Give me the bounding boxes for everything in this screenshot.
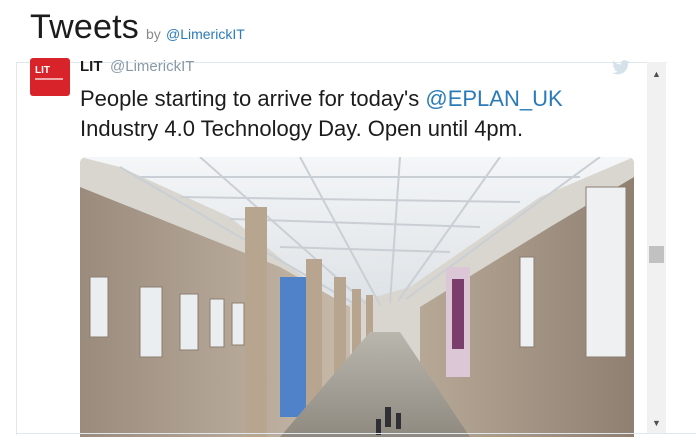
mention-link[interactable]: @EPLAN_UK (425, 86, 562, 111)
tweet-text: People starting to arrive for today's @E… (80, 84, 600, 144)
scroll-up-arrow-icon[interactable]: ▲ (647, 65, 666, 82)
header-by-label: by (146, 26, 161, 42)
page-title: Tweets (30, 8, 139, 46)
timeline-header: Tweets by @LimerickIT (0, 0, 696, 62)
header-handle-link[interactable]: @LimerickIT (166, 26, 245, 42)
author-handle[interactable]: @LimerickIT (110, 58, 194, 75)
bottom-divider (16, 433, 696, 434)
avatar-logo-text: LIT (35, 65, 50, 76)
author-name[interactable]: LIT (80, 58, 103, 75)
avatar[interactable]: LIT (30, 58, 70, 96)
scrollbar[interactable]: ▲ ▼ (647, 62, 666, 434)
atrium-photo-image (80, 157, 634, 437)
avatar-logo-line (35, 78, 63, 80)
tweet-photo[interactable] (80, 157, 634, 437)
tweet-text-before: People starting to arrive for today's (80, 86, 426, 111)
scroll-down-arrow-icon[interactable]: ▼ (647, 414, 666, 431)
tweet-text-after: Industry 4.0 Technology Day. Open until … (80, 116, 524, 141)
twitter-bird-icon[interactable] (611, 60, 631, 76)
scrollbar-thumb[interactable] (649, 246, 664, 263)
